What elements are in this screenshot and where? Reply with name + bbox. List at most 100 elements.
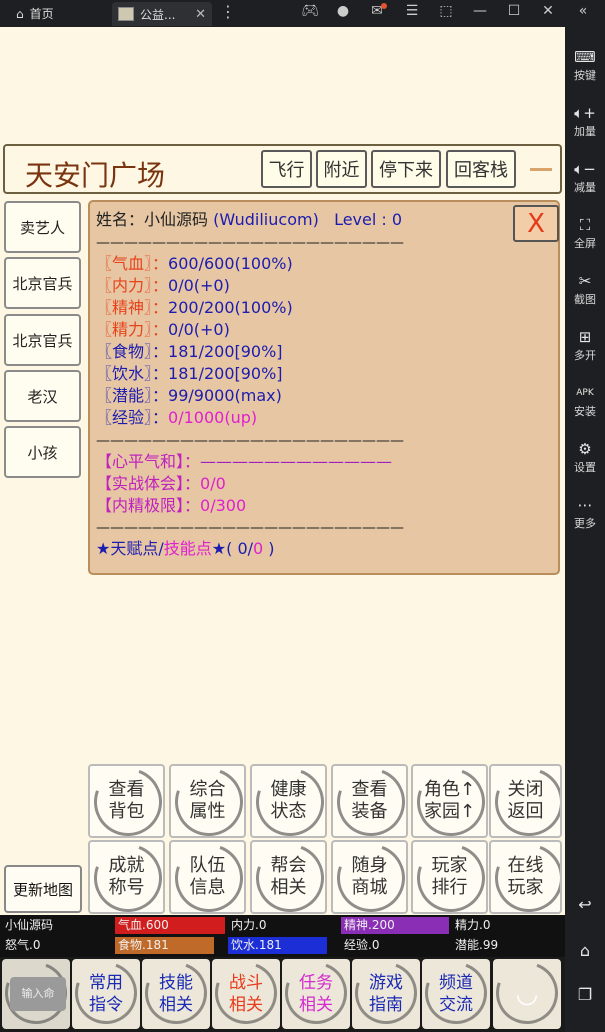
btn-line2: 背包 bbox=[108, 801, 145, 822]
food-bar-label: 食物.181 bbox=[118, 938, 169, 952]
health-button[interactable]: 健康 状态 bbox=[250, 764, 327, 838]
screenshot-button[interactable]: ✂ 截图 bbox=[565, 271, 605, 307]
collapse-dash[interactable] bbox=[530, 168, 552, 171]
fly-button[interactable]: 飞行 bbox=[261, 150, 312, 188]
more-menu-icon[interactable]: ⋮ bbox=[220, 2, 236, 21]
close-return-button[interactable]: 关闭 返回 bbox=[489, 764, 562, 838]
volume-down-icon: 🔈︎− bbox=[574, 160, 596, 178]
close-window-icon[interactable]: ✕ bbox=[537, 3, 559, 19]
btn-line2: 相关 bbox=[270, 877, 307, 898]
character-name: 小仙源码 bbox=[144, 210, 209, 229]
recent-apps-icon[interactable]: ❐ bbox=[565, 985, 605, 1004]
separator-1: —————————————————————— bbox=[96, 235, 404, 251]
tab-close-icon[interactable]: ✕ bbox=[195, 7, 206, 22]
guild-button[interactable]: 帮会 相关 bbox=[250, 840, 327, 914]
more-button[interactable]: ⋯ 更多 bbox=[565, 495, 605, 531]
nav-line1: 游戏 bbox=[369, 973, 403, 993]
npc-old-man[interactable]: 老汉 bbox=[4, 370, 81, 422]
extra-row-calm: 【心平气和】：———————————— bbox=[96, 451, 392, 473]
gamepad-icon[interactable]: 🎮︎ bbox=[299, 3, 321, 19]
equipment-button[interactable]: 查看 装备 bbox=[331, 764, 408, 838]
nearby-button[interactable]: 附近 bbox=[316, 150, 367, 188]
volume-up-button[interactable]: 🔈︎+ 加量 bbox=[565, 103, 605, 139]
mail-icon[interactable]: ✉ bbox=[366, 3, 388, 19]
separator-3: —————————————————————— bbox=[96, 520, 404, 536]
return-inn-button[interactable]: 回客栈 bbox=[446, 150, 516, 188]
fullscreen-button[interactable]: ⛶ 全屏 bbox=[565, 215, 605, 251]
team-button[interactable]: 队伍 信息 bbox=[169, 840, 246, 914]
btn-line1: 队伍 bbox=[189, 855, 226, 876]
shop-button[interactable]: 随身 商城 bbox=[331, 840, 408, 914]
ranking-button[interactable]: 玩家 排行 bbox=[411, 840, 488, 914]
stat-row-exp: 〖经验〗：0/1000(up) bbox=[96, 407, 257, 429]
nav-line2: 相关 bbox=[159, 995, 193, 1015]
npc-performer[interactable]: 卖艺人 bbox=[4, 201, 81, 253]
btn-line2: 返回 bbox=[507, 801, 544, 822]
stat-value: 181/200[90%] bbox=[168, 342, 283, 361]
stop-button[interactable]: 停下来 bbox=[371, 150, 441, 188]
volume-down-button[interactable]: 🔈︎− 减量 bbox=[565, 159, 605, 195]
gear-icon: ⚙ bbox=[578, 440, 592, 458]
stat-label: 〖气血〗 bbox=[96, 254, 153, 273]
back-icon[interactable]: ↩ bbox=[565, 895, 605, 914]
extra-label: 【心平气和】 bbox=[96, 452, 185, 471]
stat-row-potential: 〖潜能〗：99/9000(max) bbox=[96, 385, 282, 407]
btn-line2: 信息 bbox=[189, 877, 226, 898]
hp-bar: 气血.600 bbox=[115, 917, 225, 934]
install-apk-button[interactable]: APK 安装 bbox=[565, 383, 605, 419]
npc-child[interactable]: 小孩 bbox=[4, 426, 81, 478]
minimize-icon[interactable]: — bbox=[469, 3, 491, 19]
command-input-button[interactable]: 输入命 bbox=[2, 959, 70, 1029]
water-bar-label: 饮水.181 bbox=[231, 938, 282, 952]
home-role-button[interactable]: 角色↑ 家园↑ bbox=[411, 764, 488, 838]
bowl-button[interactable]: ◡ bbox=[493, 959, 561, 1029]
separator-2: —————————————————————— bbox=[96, 433, 404, 449]
extra-value: 0/300 bbox=[200, 496, 247, 515]
location-bar: 天安门广场 飞行 附近 停下来 回客栈 bbox=[3, 144, 562, 194]
browser-tab[interactable]: 公益... ✕ bbox=[112, 2, 212, 26]
keyboard-button[interactable]: ⌨ 按键 bbox=[565, 47, 605, 83]
online-players-button[interactable]: 在线 玩家 bbox=[489, 840, 562, 914]
multi-instance-button[interactable]: ⊞ 多开 bbox=[565, 327, 605, 363]
channel-chat-button[interactable]: 频道 交流 bbox=[422, 959, 490, 1029]
stat-colon: ： bbox=[152, 408, 169, 427]
quests-button[interactable]: 任务 相关 bbox=[282, 959, 350, 1029]
talent-label[interactable]: ★天赋点 bbox=[96, 539, 158, 558]
home-nav-icon[interactable]: ⌂ bbox=[565, 941, 605, 960]
btn-line1: 健康 bbox=[270, 779, 307, 800]
collapse-icon[interactable]: « bbox=[572, 3, 594, 19]
btn-line2: 玩家 bbox=[507, 877, 544, 898]
update-map-button[interactable]: 更新地图 bbox=[4, 865, 82, 913]
talent-points: 0 bbox=[237, 539, 248, 558]
menu-icon[interactable]: ☰ bbox=[401, 3, 423, 19]
pin-icon[interactable]: ⬚ bbox=[435, 3, 457, 19]
skills-button[interactable]: 技能 相关 bbox=[142, 959, 210, 1029]
talent-paren-close: ) bbox=[263, 539, 275, 558]
common-commands-button[interactable]: 常用 指令 bbox=[72, 959, 140, 1029]
avatar-icon[interactable]: ● bbox=[332, 3, 354, 19]
skill-label[interactable]: 技能点 bbox=[164, 539, 212, 558]
maximize-icon[interactable]: ☐ bbox=[503, 3, 525, 19]
name-label: 姓名： bbox=[96, 210, 145, 229]
talent-paren: ( bbox=[226, 539, 238, 558]
attributes-button[interactable]: 综合 属性 bbox=[169, 764, 246, 838]
close-panel-button[interactable]: X bbox=[513, 205, 559, 242]
combat-button[interactable]: 战斗 相关 bbox=[212, 959, 280, 1029]
view-bag-button[interactable]: 查看 背包 bbox=[88, 764, 165, 838]
name-row: 姓名：小仙源码 (Wudiliucom) Level : 0 bbox=[96, 209, 402, 231]
home-tab[interactable]: ⌂ 首页 bbox=[16, 5, 54, 22]
stat-value: 181/200[90%] bbox=[168, 364, 283, 383]
npc-guard-2[interactable]: 北京官兵 bbox=[4, 314, 81, 366]
settings-button[interactable]: ⚙ 设置 bbox=[565, 439, 605, 475]
npc-guard-1[interactable]: 北京官兵 bbox=[4, 257, 81, 309]
input-box[interactable]: 输入命 bbox=[10, 977, 66, 1011]
stat-row-neili: 〖内力〗：0/0(+0) bbox=[96, 275, 230, 297]
stat-colon: ： bbox=[152, 320, 169, 339]
game-guide-button[interactable]: 游戏 指南 bbox=[352, 959, 420, 1029]
multi-instance-label: 多开 bbox=[574, 349, 596, 362]
stat-colon: ： bbox=[152, 342, 169, 361]
stat-label: 〖饮水〗 bbox=[96, 364, 153, 383]
emulator-sidebar: ⌨ 按键 🔈︎+ 加量 🔈︎− 减量 ⛶ 全屏 ✂ 截图 ⊞ 多开 APK 安装… bbox=[565, 27, 605, 1032]
achievement-button[interactable]: 成就 称号 bbox=[88, 840, 165, 914]
fullscreen-icon: ⛶ bbox=[579, 216, 591, 234]
